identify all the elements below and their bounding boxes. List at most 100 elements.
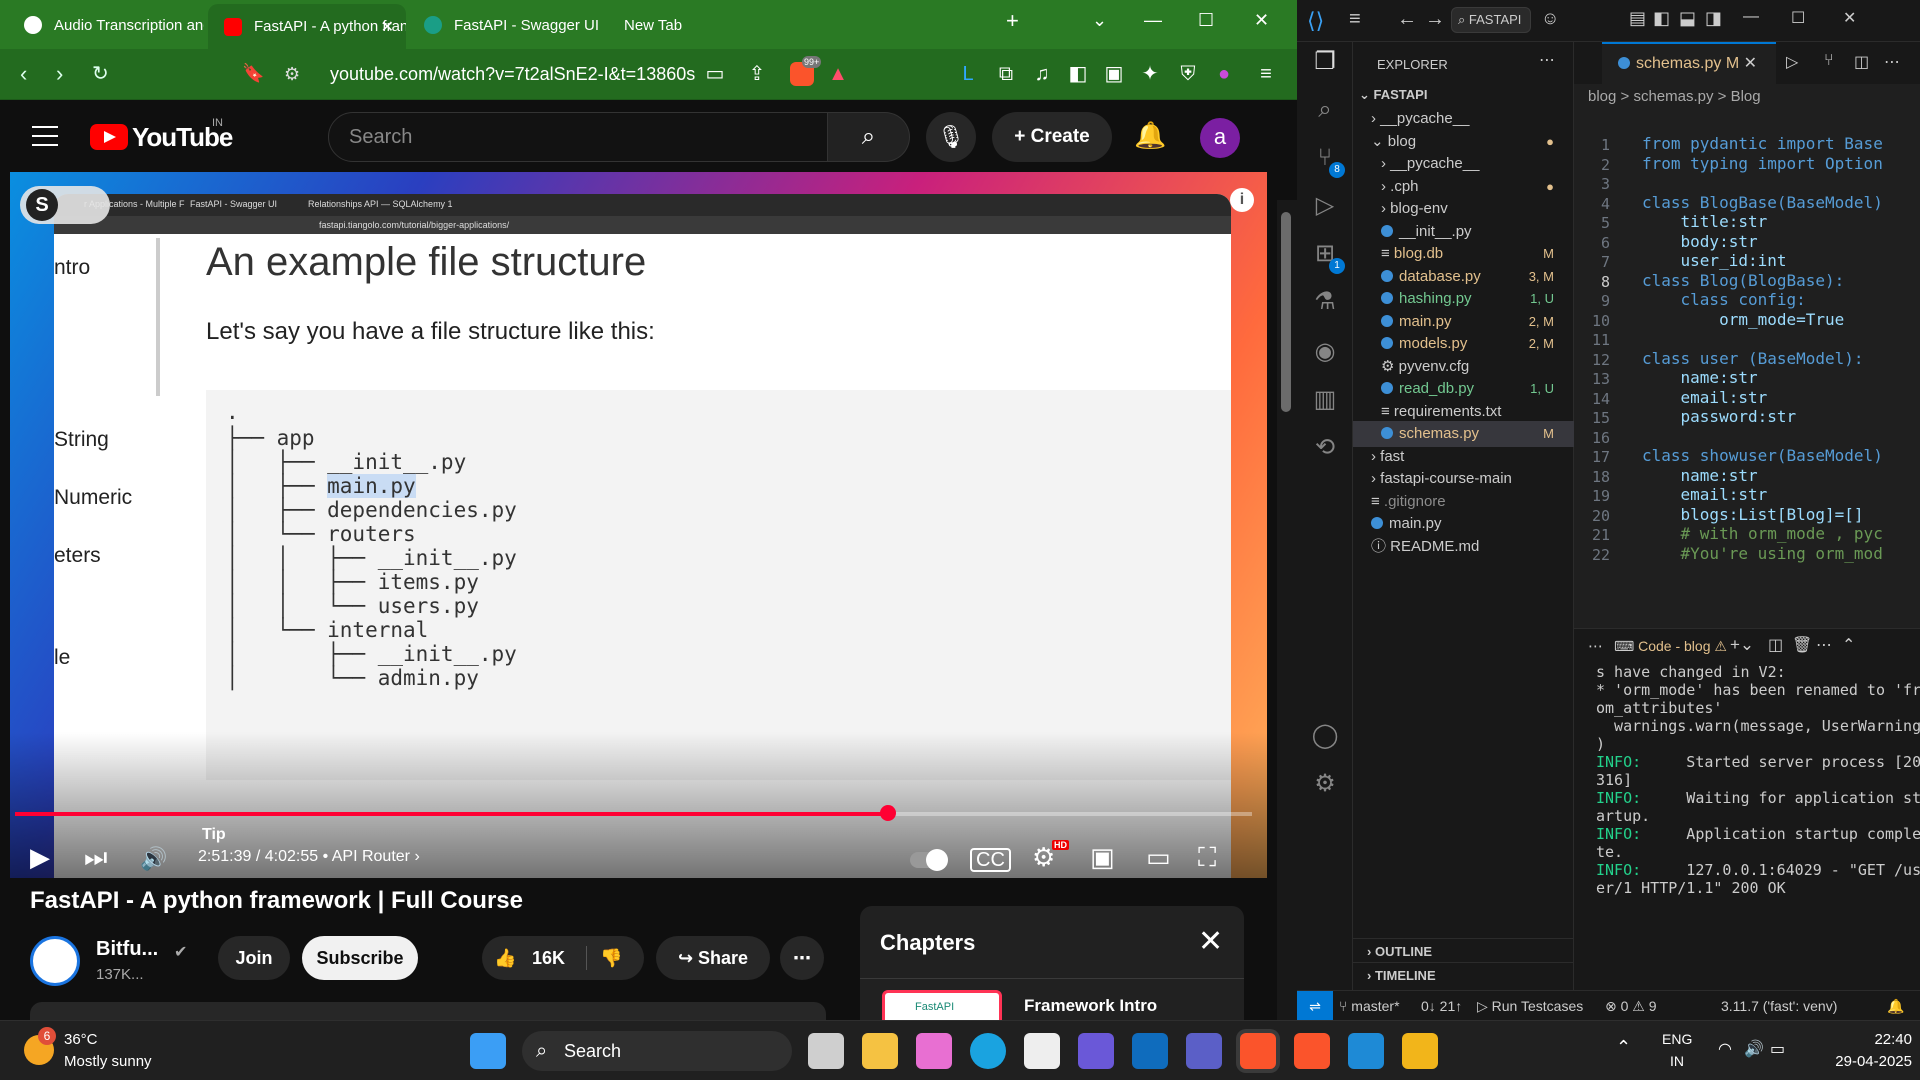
music-icon[interactable]: ♫ <box>1030 62 1054 86</box>
project-root[interactable]: ⌄ FASTAPI <box>1353 82 1574 108</box>
toggle-sidebar-icon[interactable]: ◧ <box>1653 8 1670 29</box>
toggle-secondary-sidebar-icon[interactable]: ◨ <box>1705 8 1722 29</box>
miniplayer-icon[interactable]: ▣ <box>1090 842 1115 873</box>
more-actions-icon[interactable]: ⋯ <box>1884 52 1900 72</box>
minimize-icon[interactable]: — <box>1144 10 1162 31</box>
share-button[interactable]: ↪ Share <box>656 936 770 980</box>
info-icon[interactable]: i <box>1230 188 1254 212</box>
search-input[interactable]: Search <box>328 112 828 162</box>
search-button[interactable]: ⌕ <box>828 112 910 162</box>
back-icon[interactable]: ‹ <box>20 61 27 87</box>
explorer-files-icon[interactable]: ❐ <box>1311 48 1339 76</box>
brave-rewards-icon[interactable]: ▲ <box>826 62 850 86</box>
competitive-helper-icon[interactable]: ⟲ <box>1311 434 1339 462</box>
leo-ai-icon[interactable]: ✦ <box>1138 62 1162 86</box>
copilot-icon[interactable]: ☺ <box>1541 8 1559 29</box>
chevron-up-icon[interactable]: ⌃ <box>1616 1037 1631 1058</box>
region[interactable]: IN <box>1670 1053 1684 1069</box>
new-terminal-icon[interactable]: +⌄ <box>1730 635 1754 655</box>
more-actions-button[interactable]: ⋯ <box>780 936 824 980</box>
tab-schemas-py[interactable]: schemas.py M ✕ <box>1602 42 1776 84</box>
layout-icon[interactable]: ▤ <box>1629 8 1646 29</box>
wallet-icon[interactable]: ▣ <box>1102 62 1126 86</box>
file-explorer-icon[interactable] <box>862 1033 898 1069</box>
search-icon[interactable]: ⌕ <box>1311 96 1339 124</box>
address-bar[interactable]: ⚙ youtube.com/watch?v=7t2alSnE2-I&t=1386… <box>268 57 868 91</box>
avatar[interactable]: a <box>1200 118 1240 158</box>
forward-icon[interactable]: → <box>1425 8 1445 31</box>
bookmark-icon[interactable]: 🔖 <box>242 63 264 84</box>
autoplay-toggle[interactable] <box>910 849 948 871</box>
tab-new-tab[interactable]: New Tab <box>608 6 804 44</box>
hamburger-menu-icon[interactable] <box>32 126 58 146</box>
volume-icon[interactable]: 🔊 <box>1744 1039 1764 1059</box>
play-icon[interactable]: ▶ <box>30 842 50 873</box>
scrollbar-thumb[interactable] <box>1281 212 1291 412</box>
reload-icon[interactable]: ↻ <box>92 61 109 86</box>
toggle-panel-icon[interactable]: ⬓ <box>1679 8 1696 29</box>
next-video-icon[interactable]: ⏭ <box>84 842 107 874</box>
task-view-icon[interactable] <box>808 1033 844 1069</box>
create-button[interactable]: + Create <box>992 112 1112 162</box>
extension-l-icon[interactable]: L <box>956 62 980 86</box>
maximize-icon[interactable]: ☐ <box>1198 10 1214 31</box>
notifications-bell-icon[interactable]: 🔔 <box>1134 120 1166 151</box>
maximize-icon[interactable]: ☐ <box>1791 8 1805 28</box>
remote-icon[interactable]: ⇌ <box>1297 991 1333 1020</box>
split-editor-icon[interactable]: ◫ <box>1854 52 1869 72</box>
more-actions-icon[interactable]: ⋯ <box>1816 635 1832 655</box>
more-actions-icon[interactable]: ⋯ <box>1588 637 1603 655</box>
captions-icon[interactable]: CC <box>970 848 1011 872</box>
app-icon[interactable] <box>1078 1033 1114 1069</box>
split-terminal-icon[interactable]: ◫ <box>1768 635 1783 655</box>
brave-browser-icon[interactable] <box>1294 1033 1330 1069</box>
charts-icon[interactable]: ▥ <box>1311 386 1339 414</box>
chapter-title[interactable]: Framework Intro <box>1024 996 1157 1016</box>
forward-icon[interactable]: › <box>56 61 63 87</box>
trash-icon[interactable]: 🗑 <box>1792 635 1812 655</box>
run-testcases-button[interactable]: ▷ Run Testcases <box>1477 991 1583 1020</box>
close-icon[interactable]: ✕ <box>1198 924 1223 959</box>
wifi-icon[interactable]: ◠ <box>1718 1039 1732 1059</box>
like-icon[interactable]: 👍 <box>494 948 516 968</box>
store-icon[interactable] <box>1024 1033 1060 1069</box>
site-settings-icon[interactable]: ⚙ <box>284 57 300 91</box>
profile-icon[interactable]: ● <box>1212 62 1236 86</box>
volume-icon[interactable]: 🔊 <box>140 846 167 872</box>
command-center-search[interactable]: ⌕ FASTAPI <box>1451 7 1531 33</box>
tab-youtube-fastapi[interactable]: FastAPI - A python fran ✕ <box>208 4 406 49</box>
tab-swagger[interactable]: FastAPI - Swagger UI <box>408 6 604 44</box>
close-tab-icon[interactable]: ✕ <box>1744 55 1757 72</box>
battery-icon[interactable]: ▭ <box>1770 1039 1785 1059</box>
manage-gear-icon[interactable]: ⚙ <box>1311 770 1339 798</box>
close-tab-icon[interactable]: ✕ <box>381 17 394 37</box>
timeline-section[interactable]: › TIMELINE <box>1353 962 1574 988</box>
channel-name[interactable]: Bitfu... <box>96 938 158 961</box>
compare-changes-icon[interactable]: ⑂ <box>1824 52 1834 70</box>
remote-explorer-icon[interactable]: ◉ <box>1311 338 1339 366</box>
join-button[interactable]: Join <box>218 936 290 980</box>
menu-icon[interactable]: ≡ <box>1349 8 1361 31</box>
subscribe-button[interactable]: Subscribe <box>302 936 418 980</box>
vpn-icon[interactable]: ⛨ <box>1176 62 1200 86</box>
testing-flask-icon[interactable]: ⚗ <box>1311 288 1339 316</box>
app-icon[interactable] <box>1402 1033 1438 1069</box>
share-icon[interactable]: ⇪ <box>745 62 769 86</box>
clock-date[interactable]: 29-04-2025 <box>1816 1053 1912 1070</box>
brave-browser-icon[interactable] <box>1240 1033 1276 1069</box>
edge-icon[interactable] <box>970 1033 1006 1069</box>
copilot-icon[interactable] <box>916 1033 952 1069</box>
accounts-icon[interactable]: ◯ <box>1311 722 1339 750</box>
outlook-icon[interactable] <box>1132 1033 1168 1069</box>
close-window-icon[interactable]: ✕ <box>1843 8 1856 28</box>
more-actions-icon[interactable]: ⋯ <box>1539 50 1555 70</box>
youtube-logo-icon[interactable] <box>90 124 128 150</box>
outline-section[interactable]: › OUTLINE <box>1353 938 1574 962</box>
tab-audio-transcription[interactable]: Audio Transcription and Co <box>8 6 204 44</box>
vscode-taskbar-icon[interactable] <box>1348 1033 1384 1069</box>
close-window-icon[interactable]: ✕ <box>1254 10 1269 31</box>
taskbar-search[interactable]: ⌕ Search <box>522 1031 792 1071</box>
like-count[interactable]: 16K <box>532 936 565 980</box>
clock-time[interactable]: 22:40 <box>1852 1031 1912 1048</box>
chevron-down-icon[interactable]: ⌄ <box>1092 10 1107 31</box>
